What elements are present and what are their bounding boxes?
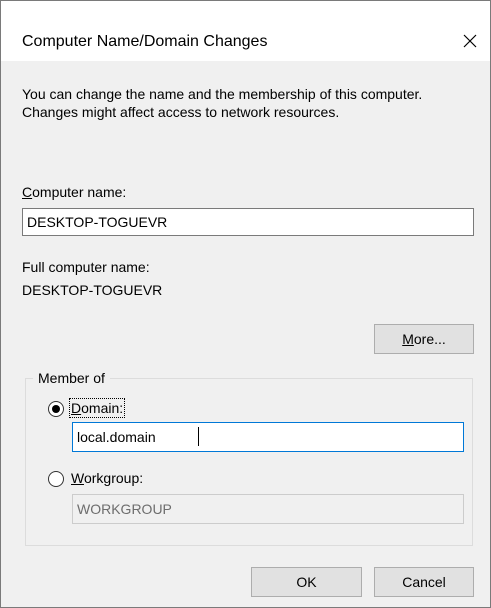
domain-radio[interactable] [48, 401, 64, 417]
workgroup-label-accel: W [71, 470, 84, 486]
dialog-window: Computer Name/Domain Changes You can cha… [0, 0, 491, 608]
cancel-button[interactable]: Cancel [374, 567, 474, 597]
more-button-accel: M [402, 331, 414, 347]
full-computer-name-value: DESKTOP-TOGUEVR [22, 282, 163, 298]
workgroup-label-rest: orkgroup: [83, 470, 144, 486]
domain-input[interactable] [72, 422, 464, 452]
workgroup-radio-label[interactable]: Workgroup: [71, 470, 143, 486]
workgroup-radio[interactable] [48, 471, 64, 487]
domain-radio-label[interactable]: Domain: [68, 398, 126, 418]
close-button[interactable] [450, 21, 490, 61]
computer-name-input[interactable] [22, 208, 474, 236]
full-computer-name-label: Full computer name: [22, 259, 150, 275]
ok-button[interactable]: OK [251, 567, 362, 597]
computer-name-label: Computer name: [22, 184, 126, 200]
workgroup-input [72, 494, 464, 524]
window-title: Computer Name/Domain Changes [22, 33, 268, 50]
radio-selected-dot [52, 405, 60, 413]
more-button[interactable]: More... [374, 324, 474, 354]
member-of-label: Member of [33, 370, 110, 386]
computer-name-label-rest: omputer name: [32, 184, 127, 200]
more-button-label-rest: ore... [413, 331, 446, 347]
computer-name-label-accel: C [22, 184, 33, 200]
domain-label-rest: omain: [81, 400, 124, 416]
text-caret [198, 427, 199, 446]
description-text: You can change the name and the membersh… [22, 86, 423, 120]
close-icon [463, 34, 477, 48]
title-bar: Computer Name/Domain Changes [1, 1, 490, 61]
domain-label-accel: D [71, 400, 82, 416]
